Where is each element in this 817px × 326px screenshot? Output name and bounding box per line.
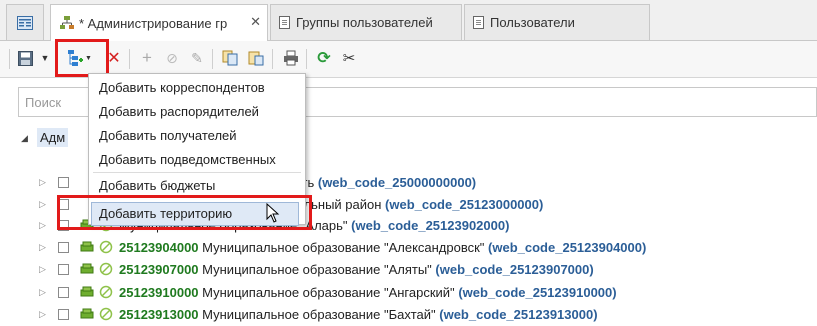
copy-button[interactable] [221,49,239,67]
unlink-button[interactable]: ⊘ [163,49,181,67]
save-button[interactable] [16,49,34,67]
row-checkbox[interactable] [58,177,69,188]
unlink-icon [99,262,113,276]
paste-button[interactable] [247,49,265,67]
home-grid-icon [17,15,33,30]
tab-label: Группы пользователей [296,15,433,30]
row-name: Муниципальное образование "Аляты" [202,262,432,277]
menu-item-add-managers[interactable]: Добавить распорядителей [99,104,259,119]
expand-arrow-icon[interactable]: ▷ [39,220,46,231]
sofa-icon [80,308,94,319]
toolbar-separator [9,49,10,69]
expand-arrow-icon[interactable]: ▷ [39,177,46,188]
save-dropdown-arrow[interactable]: ▼ [40,49,50,67]
row-checkbox[interactable] [58,264,69,275]
tab-administration[interactable]: * Администрирование гр ✕ [50,4,268,41]
sofa-icon [80,286,94,297]
tab-user-groups[interactable]: Группы пользователей [270,4,462,40]
menu-separator [93,172,301,173]
tab-home[interactable] [6,4,44,40]
document-icon [279,16,290,29]
row-web-code: (web_code_25123902000) [351,218,510,233]
refresh-icon: ⟳ [317,50,331,67]
document-icon [473,16,484,29]
paste-icon [248,51,264,66]
highlight-frame [55,39,109,77]
row-checkbox[interactable] [58,309,69,320]
row-text: сть (web_code_25000000000) [295,175,476,190]
tab-label: * Администрирование гр [79,15,228,31]
menu-item-add-recipients[interactable]: Добавить получателей [99,128,237,143]
print-button[interactable] [282,49,300,67]
row-code: 25123910000 [119,285,199,300]
unlink-icon [99,285,113,299]
tab-label: Пользователи [490,15,575,30]
delete-button[interactable]: ✕ [105,49,123,67]
row-text: 25123907000 Муниципальное образование "А… [119,262,594,277]
tree-row[interactable]: ▷ 25123913000 Муниципальное образование "… [0,304,817,326]
save-icon [17,50,33,66]
row-text: 25123904000 Муниципальное образование "А… [119,240,646,255]
row-checkbox[interactable] [58,287,69,298]
tree-root-arrow[interactable]: ◢ [21,133,28,144]
row-web-code: (web_code_25000000000) [317,175,477,190]
sofa-icon [80,263,94,274]
printer-icon [284,50,298,66]
plus-icon: + [142,48,152,67]
menu-item-add-budgets[interactable]: Добавить бюджеты [99,178,215,193]
toolbar-separator [212,49,213,69]
tree-row[interactable]: ▷ 25123907000 Муниципальное образование "… [0,259,817,281]
refresh-button[interactable]: ⟳ [315,49,333,67]
expand-arrow-icon[interactable]: ▷ [39,199,46,210]
menu-item-add-correspondents[interactable]: Добавить корреспондентов [99,80,265,95]
row-name: Муниципальное образование "Александровск… [202,240,485,255]
row-text: 25123910000 Муниципальное образование "А… [119,285,617,300]
row-web-code: (web_code_25123910000) [458,285,617,300]
expand-arrow-icon[interactable]: ▷ [39,309,46,320]
sofa-icon [80,241,94,252]
expand-arrow-icon[interactable]: ▷ [39,242,46,253]
tab-bar: * Администрирование гр ✕ Группы пользова… [0,0,817,41]
row-name: Муниципальное образование "Ангарский" [202,285,455,300]
expand-arrow-icon[interactable]: ▷ [39,264,46,275]
expand-arrow-icon[interactable]: ▷ [39,287,46,298]
mouse-cursor-icon [266,203,280,223]
tree-root-label[interactable]: Адм [37,128,69,147]
unlink-icon: ⊘ [166,49,178,66]
eraser-icon: ✎ [191,49,203,66]
row-web-code: (web_code_25123000000) [385,197,544,212]
org-tree-icon [60,16,74,29]
close-icon[interactable]: ✕ [250,14,261,30]
add-button[interactable]: + [138,48,156,67]
tools-button[interactable]: ✂ [340,49,358,67]
tree-row[interactable]: ▷ 25123904000 Муниципальное образование "… [0,237,817,259]
row-web-code: (web_code_25123904000) [488,240,647,255]
toolbar-separator [129,49,130,69]
row-web-code: (web_code_25123907000) [435,262,594,277]
row-text: 25123913000 Муниципальное образование "Б… [119,307,598,322]
row-text: ипальный район (web_code_25123000000) [282,197,543,212]
row-code: 25123904000 [119,240,199,255]
row-code: 25123907000 [119,262,199,277]
unlink-icon [99,240,113,254]
toolbar-separator [272,49,273,69]
menu-item-add-subordinates[interactable]: Добавить подведомственных [99,152,276,167]
copy-icon [222,50,238,66]
erase-button[interactable]: ✎ [188,49,206,67]
unlink-icon [99,307,113,321]
row-code: 25123913000 [119,307,199,322]
tree-row[interactable]: ▷ 25123910000 Муниципальное образование "… [0,282,817,304]
row-web-code: (web_code_25123913000) [439,307,598,322]
wrench-icon: ✂ [342,50,356,67]
row-name: Муниципальное образование "Бахтай" [202,307,436,322]
delete-x-icon: ✕ [107,50,121,67]
row-checkbox[interactable] [58,242,69,253]
toolbar-separator [306,49,307,69]
tab-users[interactable]: Пользователи [464,4,650,40]
